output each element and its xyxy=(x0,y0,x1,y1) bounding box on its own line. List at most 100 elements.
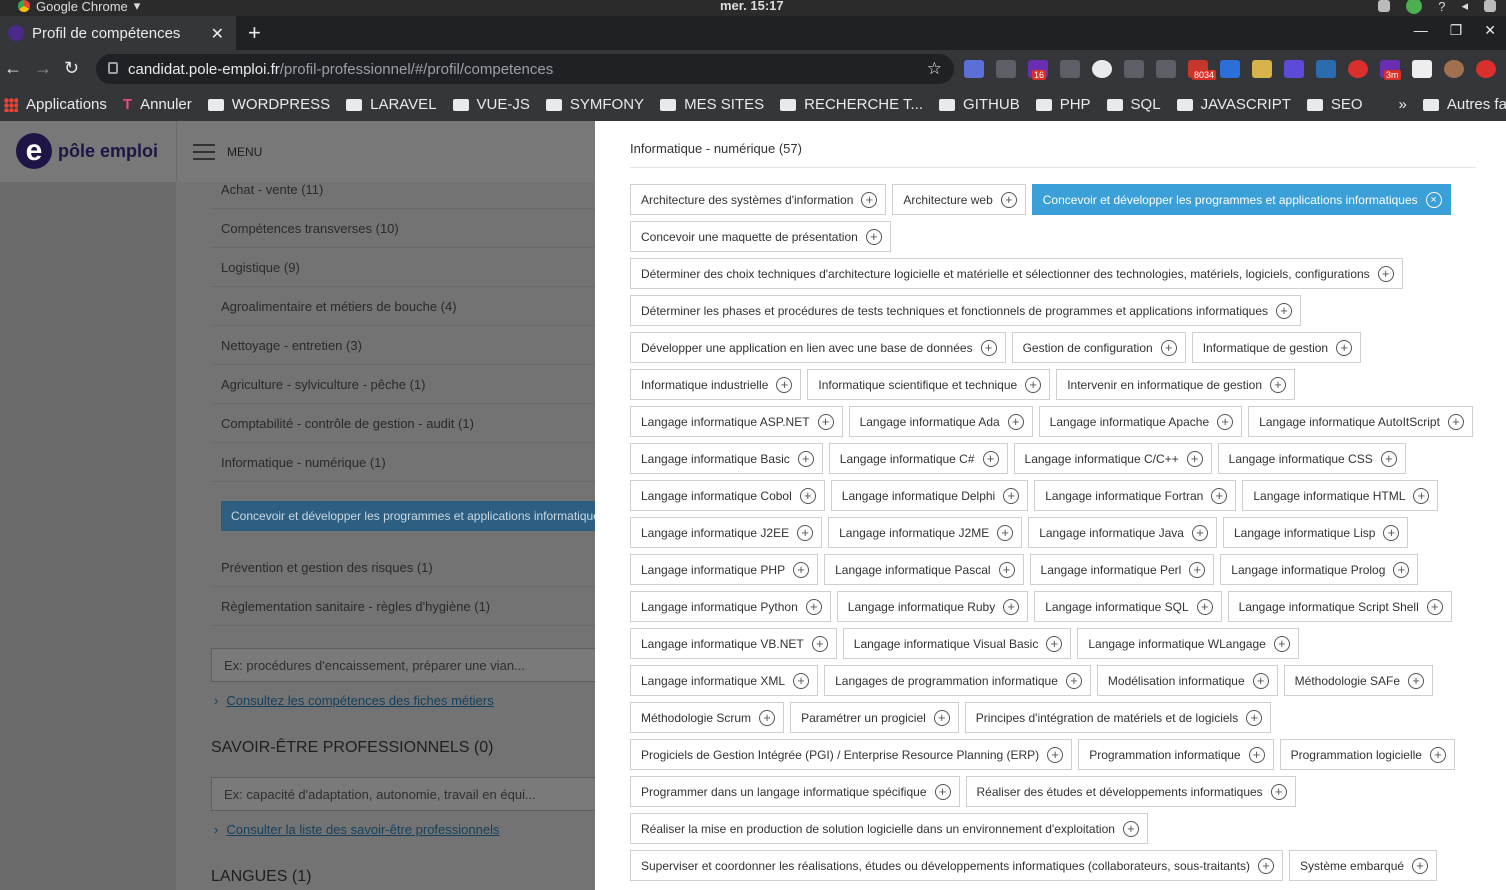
bookmark-apps[interactable]: Applications xyxy=(4,96,107,113)
skill-chip[interactable]: Langage informatique C/C++ + xyxy=(1013,443,1212,474)
add-circle-icon[interactable]: + xyxy=(997,524,1014,541)
category-item[interactable]: Comptabilité - contrôle de gestion - aud… xyxy=(211,404,611,443)
bookmark-folder[interactable]: VUE-JS xyxy=(452,96,530,113)
skill-chip[interactable]: Langage informatique Perl + xyxy=(1029,554,1215,585)
add-circle-icon[interactable]: + xyxy=(934,783,951,800)
skill-chip[interactable]: Progiciels de Gestion Intégrée (PGI) / E… xyxy=(630,739,1073,770)
skill-chip[interactable]: Superviser et coordonner les réalisation… xyxy=(630,850,1283,881)
site-logo[interactable]: e pôle emploi xyxy=(16,133,158,169)
add-circle-icon[interactable]: + xyxy=(1270,783,1287,800)
category-item[interactable]: Informatique - numérique (1) xyxy=(211,443,611,482)
translate-extension-icon[interactable] xyxy=(964,60,984,78)
add-circle-icon[interactable]: + xyxy=(980,339,997,356)
skill-chip[interactable]: Architecture web + xyxy=(892,184,1026,215)
skill-chip[interactable]: Système embarqué + xyxy=(1289,850,1438,881)
update-icon[interactable] xyxy=(1476,60,1496,78)
add-circle-icon[interactable]: + xyxy=(865,228,882,245)
add-circle-icon[interactable]: + xyxy=(1186,450,1203,467)
add-circle-icon[interactable]: + xyxy=(1211,487,1228,504)
skill-chip[interactable]: Langages de programmation informatique + xyxy=(824,665,1091,696)
skill-chip[interactable]: Langage informatique Prolog + xyxy=(1220,554,1419,585)
bookmark-other-favorites[interactable]: Autres favoris xyxy=(1422,96,1506,113)
skill-chip[interactable]: Principes d'intégration de matériels et … xyxy=(964,702,1272,733)
add-circle-icon[interactable]: + xyxy=(998,561,1015,578)
category-item[interactable]: Logistique (9) xyxy=(211,248,611,287)
skill-chip[interactable]: Langage informatique Delphi + xyxy=(830,480,1029,511)
skill-chip[interactable]: Développer une application en lien avec … xyxy=(630,332,1006,363)
bookmark-folder[interactable]: WORDPRESS xyxy=(207,96,330,113)
purple-extension-icon[interactable]: 16 xyxy=(1028,60,1048,80)
add-circle-icon[interactable]: + xyxy=(1160,339,1177,356)
category-item[interactable]: Agroalimentaire et métiers de bouche (4) xyxy=(211,287,611,326)
minimize-icon[interactable]: — xyxy=(1414,22,1428,39)
bookmark-extension-icon[interactable] xyxy=(1124,60,1144,78)
add-circle-icon[interactable]: + xyxy=(817,413,834,430)
bookmark-annuler[interactable]: T Annuler xyxy=(123,96,192,113)
bookmark-folder[interactable]: RECHERCHE T... xyxy=(780,96,923,113)
mail-extension-icon[interactable]: 8034 xyxy=(1188,60,1217,80)
s-extension-icon[interactable] xyxy=(1316,60,1336,78)
calendar-extension-icon[interactable] xyxy=(1252,60,1272,78)
skills-search-input[interactable]: Ex: procédures d'encaissement, préparer … xyxy=(211,648,611,682)
skill-chip[interactable]: Langage informatique SQL + xyxy=(1034,591,1222,622)
skill-chip[interactable]: Intervenir en informatique de gestion + xyxy=(1056,369,1295,400)
add-circle-icon[interactable]: + xyxy=(1000,191,1017,208)
skill-chip[interactable]: Programmation logicielle + xyxy=(1279,739,1455,770)
skill-chip[interactable]: Gestion de configuration + xyxy=(1011,332,1186,363)
add-circle-icon[interactable]: + xyxy=(1217,413,1234,430)
bookmark-folder[interactable]: PHP xyxy=(1035,96,1091,113)
reload-icon[interactable]: ↻ xyxy=(64,58,79,79)
add-circle-icon[interactable]: + xyxy=(793,561,810,578)
os-app-menu[interactable]: Google Chrome ▾ xyxy=(18,0,140,14)
add-circle-icon[interactable]: + xyxy=(1258,857,1274,874)
add-circle-icon[interactable]: + xyxy=(1252,672,1269,689)
skill-chip[interactable]: Informatique scientifique et technique + xyxy=(807,369,1051,400)
add-circle-icon[interactable]: + xyxy=(1047,746,1064,763)
skill-chip[interactable]: Langage informatique Cobol + xyxy=(630,480,825,511)
skill-chip[interactable]: Langage informatique WLangage + xyxy=(1077,628,1299,659)
skill-chip[interactable]: Langage informatique Fortran + xyxy=(1034,480,1237,511)
task-extension-icon[interactable] xyxy=(1284,60,1304,78)
skill-chip[interactable]: Déterminer des choix techniques d'archit… xyxy=(630,258,1403,289)
category-item[interactable]: Règlementation sanitaire - règles d'hygi… xyxy=(211,587,611,626)
new-tab-button[interactable]: + xyxy=(248,20,261,46)
add-circle-icon[interactable]: + xyxy=(1196,598,1213,615)
forward-arrow-icon[interactable]: → xyxy=(34,58,52,79)
pencil-extension-icon[interactable] xyxy=(996,60,1016,78)
notion-extension-icon[interactable] xyxy=(1412,60,1432,78)
skill-chip[interactable]: Méthodologie SAFe + xyxy=(1283,665,1434,696)
add-circle-icon[interactable]: + xyxy=(1003,487,1020,504)
skill-chip[interactable]: Langage informatique CSS + xyxy=(1217,443,1406,474)
skill-chip-selected[interactable]: Concevoir et développer les programmes e… xyxy=(1031,184,1451,215)
add-circle-icon[interactable]: + xyxy=(1025,376,1042,393)
browser-tab[interactable]: Profil de compétences ✕ xyxy=(0,16,236,50)
skill-chip[interactable]: Déterminer les phases et procédures de t… xyxy=(630,295,1302,326)
add-circle-icon[interactable]: + xyxy=(1189,561,1206,578)
discord-icon[interactable] xyxy=(1378,0,1391,12)
clock-extension-icon[interactable]: 3m xyxy=(1380,60,1401,80)
add-circle-icon[interactable]: + xyxy=(982,450,999,467)
avatar[interactable] xyxy=(1444,60,1464,78)
skill-chip[interactable]: Langage informatique Pascal + xyxy=(824,554,1024,585)
add-circle-icon[interactable]: + xyxy=(1408,672,1425,689)
skill-chip[interactable]: Langage informatique Lisp + xyxy=(1222,517,1409,548)
add-circle-icon[interactable]: + xyxy=(1447,413,1464,430)
add-circle-icon[interactable]: + xyxy=(1191,524,1208,541)
add-circle-icon[interactable]: + xyxy=(1065,672,1082,689)
add-circle-icon[interactable]: + xyxy=(1007,413,1024,430)
savoir-etre-link[interactable]: › Consulter la liste des savoir-être prof… xyxy=(214,822,499,837)
skill-chip[interactable]: Langage informatique Python + xyxy=(630,591,831,622)
skill-chip[interactable]: Paramétrer un progiciel + xyxy=(790,702,959,733)
savoir-etre-search-input[interactable]: Ex: capacité d'adaptation, autonomie, tr… xyxy=(211,777,611,811)
add-circle-icon[interactable]: + xyxy=(793,672,810,689)
skill-chip[interactable]: Langage informatique Ada + xyxy=(848,406,1033,437)
add-circle-icon[interactable]: + xyxy=(1122,820,1139,837)
function-extension-icon[interactable] xyxy=(1156,60,1176,78)
skill-chip[interactable]: Réaliser des études et développements in… xyxy=(965,776,1296,807)
bookmarks-overflow-button[interactable]: » xyxy=(1399,96,1407,113)
bookmark-folder[interactable]: SEO xyxy=(1306,96,1363,113)
bookmark-folder[interactable]: LARAVEL xyxy=(346,96,437,113)
restore-icon[interactable]: ❐ xyxy=(1450,22,1463,39)
add-circle-icon[interactable]: + xyxy=(1413,487,1430,504)
add-circle-icon[interactable]: + xyxy=(933,709,950,726)
